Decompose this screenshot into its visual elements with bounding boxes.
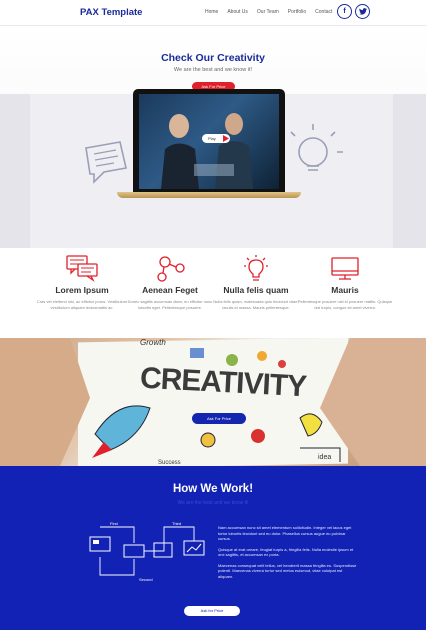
play-icon	[223, 135, 229, 142]
doodle-growth: Growth	[140, 338, 166, 347]
site-header: PAX Template Home About Us Our Team Port…	[0, 0, 426, 26]
lightbulb-illustration-icon	[290, 124, 343, 171]
hero-title: Check Our Creativity	[161, 52, 265, 64]
feature-title: Aenean Feget	[142, 285, 198, 295]
feature-text: Pellentesque posuere nisl id posuere mat…	[297, 299, 393, 310]
hero-band-left	[0, 94, 30, 248]
creativity-banner: Growth CREATIVITY Ask For Price idea Suc…	[0, 338, 426, 466]
step-first: First	[110, 521, 118, 526]
nav-contact[interactable]: Contact	[315, 9, 332, 15]
network-icon	[157, 256, 185, 282]
how-paragraph: Quisque at erat ornare, feugiat turpis a…	[218, 546, 354, 558]
feature-title: Lorem Ipsum	[55, 285, 109, 295]
how-text: Nam accumsan nunc sit amet elementum sol…	[218, 525, 358, 584]
lightbulb-icon	[244, 255, 268, 281]
video-thumbnail: Play	[139, 94, 279, 189]
laptop-base	[117, 192, 301, 198]
how-paragraph: Nam accumsan nunc sit amet elementum sol…	[218, 525, 352, 541]
feature-text: Cras vel eleifend nisl, ac efficitur pur…	[36, 299, 128, 310]
how-ask-price-button[interactable]: Ask for Price	[184, 606, 240, 616]
feature-title: Nulla felis quam	[223, 285, 289, 295]
feature-card: Lorem Ipsum Cras vel eleifend nisl, ac e…	[34, 254, 130, 310]
page: PAX Template Home About Us Our Team Port…	[0, 0, 426, 630]
feature-text: Nulla felis quam, malesuada quis tincidu…	[213, 299, 299, 310]
step-third: Third	[172, 521, 182, 526]
creativity-ask-price-button[interactable]: Ask For Price	[192, 413, 246, 424]
speech-bubble-illustration-icon	[85, 141, 127, 184]
monitor-icon	[331, 257, 359, 280]
how-subtitle: We are the best and we know it!	[177, 500, 249, 506]
chat-icon	[66, 255, 98, 282]
nav-home[interactable]: Home	[205, 9, 218, 15]
how-paragraph: Maecenas consequat velit tellus, vel hen…	[218, 562, 357, 579]
laptop-screen: Play	[133, 89, 285, 192]
hero-section: Check Our Creativity We are the best and…	[0, 26, 426, 248]
how-title: How We Work!	[172, 483, 254, 495]
nav-our-team[interactable]: Our Team	[257, 9, 279, 15]
feature-text: Donec sagittis accumsan diam, eu efficit…	[127, 299, 213, 310]
step-second: Second	[139, 577, 153, 582]
how-we-work-section: How We Work! We are the best and we know…	[0, 466, 426, 630]
feature-title: Mauris	[331, 285, 359, 295]
main-nav: Home About Us Our Team Portfolio Contact	[205, 9, 341, 15]
nav-about-us[interactable]: About Us	[227, 9, 248, 15]
feature-card: Nulla felis quam Nulla felis quam, males…	[208, 254, 304, 310]
process-diagram: First Third Second	[84, 519, 214, 585]
creativity-doodles-icon	[0, 338, 426, 466]
features-section: Lorem Ipsum Cras vel eleifend nisl, ac e…	[0, 248, 426, 338]
nav-portfolio[interactable]: Portfolio	[288, 9, 306, 15]
hero-subtitle: We are the best and we know it!	[173, 67, 253, 73]
hero-band-right	[393, 94, 426, 248]
twitter-icon[interactable]	[355, 4, 370, 19]
process-diagram-icon	[89, 526, 205, 576]
facebook-icon[interactable]: f	[337, 4, 352, 19]
feature-card: Aenean Feget Donec sagittis accumsan dia…	[122, 254, 218, 310]
feature-card: Mauris Pellentesque posuere nisl id posu…	[297, 254, 393, 310]
doodle-idea: idea	[318, 454, 332, 461]
site-logo[interactable]: PAX Template	[80, 7, 142, 18]
